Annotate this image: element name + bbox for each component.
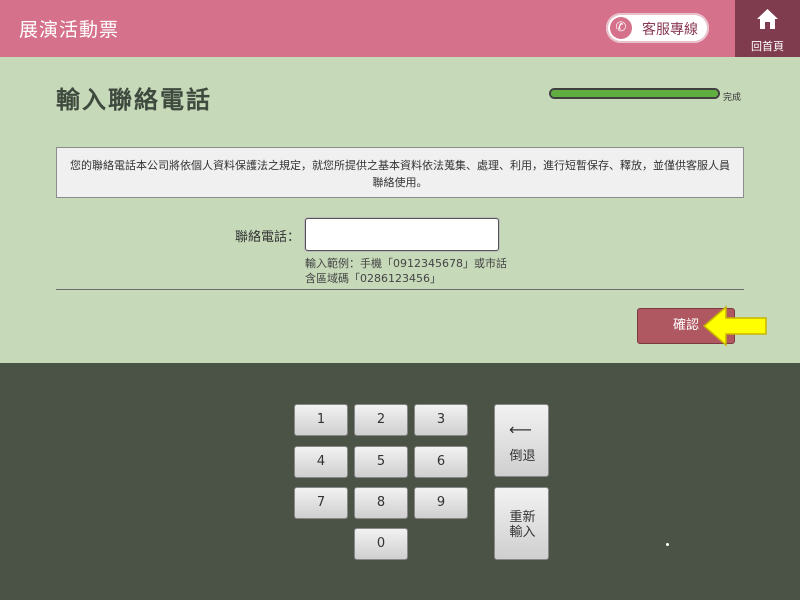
hint-line-1: 輸入範例：手機「0912345678」或市話 [305, 257, 507, 270]
privacy-notice: 您的聯絡電話本公司將依個人資料保護法之規定，就您所提供之基本資料依法蒐集、處理、… [56, 147, 744, 198]
backspace-button[interactable]: ⟵ 倒退 [494, 404, 549, 477]
home-icon [757, 9, 778, 29]
cursor-dot [666, 543, 669, 546]
phone-input-hint: 輸入範例：手機「0912345678」或市話 含區域碼「0286123456」 [305, 256, 515, 286]
phone-icon: ✆ [610, 17, 632, 39]
key-2[interactable]: 2 [354, 404, 408, 436]
app-title: 展演活動票 [19, 19, 120, 41]
reset-label: 重新 輸入 [495, 510, 550, 540]
backspace-label: 倒退 [509, 449, 536, 464]
key-6[interactable]: 6 [414, 446, 468, 478]
divider [56, 289, 744, 290]
customer-service-button[interactable]: ✆ 客服專線 [606, 13, 709, 43]
customer-service-label: 客服專線 [642, 22, 698, 38]
reset-label-line-2: 輸入 [509, 525, 536, 540]
keypad-area [0, 363, 800, 600]
backspace-arrow-icon: ⟵ [509, 420, 532, 439]
key-3[interactable]: 3 [414, 404, 468, 436]
phone-field-label: 聯絡電話： [234, 230, 300, 245]
arrow-left-icon [702, 305, 767, 347]
home-button[interactable]: 回首頁 [735, 0, 800, 57]
phone-input[interactable] [305, 218, 499, 251]
header-bar: 展演活動票 ✆ 客服專線 回首頁 [0, 0, 800, 57]
reset-button[interactable]: 重新 輸入 [494, 487, 549, 560]
key-0[interactable]: 0 [354, 528, 408, 560]
progress-label: 完成 [723, 93, 742, 103]
key-1[interactable]: 1 [294, 404, 348, 436]
reset-label-line-1: 重新 [509, 510, 536, 525]
hint-line-2: 含區域碼「0286123456」 [305, 272, 441, 285]
progress-bar [549, 88, 720, 99]
page-title: 輸入聯絡電話 [56, 86, 212, 114]
progress-fill [551, 90, 718, 97]
key-9[interactable]: 9 [414, 487, 468, 519]
key-7[interactable]: 7 [294, 487, 348, 519]
key-5[interactable]: 5 [354, 446, 408, 478]
key-8[interactable]: 8 [354, 487, 408, 519]
key-4[interactable]: 4 [294, 446, 348, 478]
home-label: 回首頁 [751, 40, 784, 53]
